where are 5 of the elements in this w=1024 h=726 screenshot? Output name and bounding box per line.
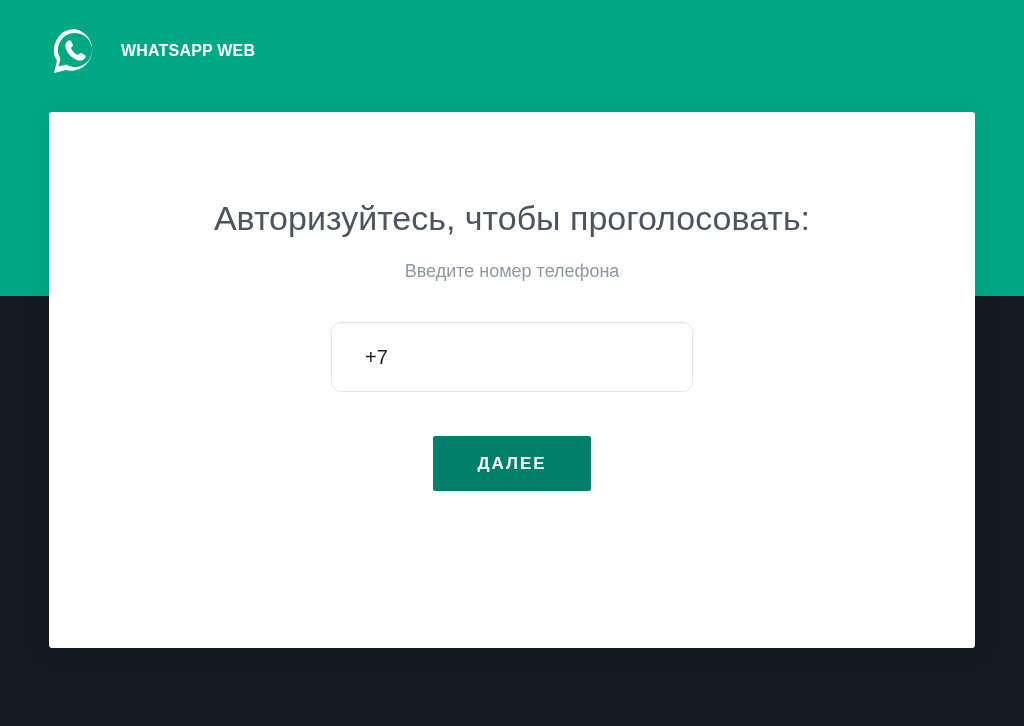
subtitle: Введите номер телефона (404, 261, 620, 282)
next-button[interactable]: ДАЛЕЕ (433, 436, 591, 491)
phone-input-field[interactable]: +7 (331, 322, 693, 392)
heading: Авторизуйтесь, чтобы проголосовать: (213, 198, 811, 238)
site-title: WHATSAPP WEB (121, 42, 256, 60)
